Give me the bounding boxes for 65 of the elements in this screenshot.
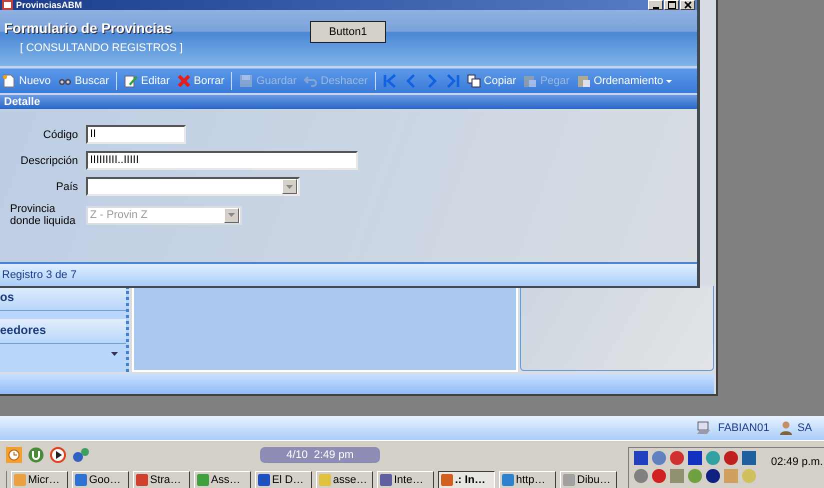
tray-icon[interactable]: [705, 468, 721, 484]
caret-icon: [286, 184, 293, 188]
computer-icon: [696, 421, 713, 435]
taskbar-button[interactable]: Micr…: [11, 471, 68, 488]
x-mark-icon: [176, 74, 191, 88]
copy-icon: [466, 74, 481, 88]
play-icon[interactable]: [50, 447, 66, 463]
prev-icon: [404, 74, 418, 88]
sidebar-item[interactable]: eedores: [0, 319, 126, 344]
window-title: ProvinciasABM: [16, 0, 82, 10]
maximize-icon: [668, 1, 676, 9]
taskbar-button[interactable]: Dibu…: [560, 471, 617, 488]
taskbar-button[interactable]: El D…: [255, 471, 312, 488]
taskbar-button[interactable]: Inte…: [377, 471, 434, 488]
caret-icon: [666, 80, 672, 82]
clipboard-icon: [523, 74, 538, 88]
toolbar-button[interactable]: Borrar: [174, 71, 226, 91]
test-button[interactable]: Button1: [310, 21, 386, 43]
text-field[interactable]: IIIIIIIII..IIIII: [86, 151, 358, 170]
field-label: Código: [42, 128, 78, 140]
close-button[interactable]: [680, 0, 695, 10]
section-header: Detalle: [0, 95, 697, 109]
mode-label: [ CONSULTANDO REGISTROS ]: [20, 42, 184, 54]
taskbar-button[interactable]: Ass…: [194, 471, 251, 488]
sidebar-item[interactable]: os: [0, 286, 126, 311]
page-icon: [2, 74, 16, 88]
taskbar-button[interactable]: http…: [499, 471, 556, 488]
field-label: Descripción: [20, 154, 78, 166]
minimize-button[interactable]: [648, 0, 663, 10]
last-icon: [446, 74, 460, 88]
field-label: País: [54, 180, 78, 192]
pencil-page-icon: [124, 74, 138, 88]
tray-icon[interactable]: [687, 450, 703, 466]
tray-icon[interactable]: [723, 450, 739, 466]
user-name: SA: [797, 422, 812, 434]
close-icon: [684, 1, 692, 9]
clock-time: 02:49 p.m.: [771, 456, 823, 468]
sort-menu-button[interactable]: Ordenamiento: [574, 71, 674, 91]
taskbar-button[interactable]: .: In…: [438, 471, 495, 488]
record-status: Registro 3 de 7: [0, 264, 697, 286]
tray-icon[interactable]: [633, 450, 649, 466]
field-label: Provincia donde liquida: [9, 203, 76, 227]
taskbar-button[interactable]: Stra…: [133, 471, 190, 488]
dropdown-field[interactable]: [86, 177, 300, 196]
undo-arrow-icon: [304, 74, 318, 88]
tray-icon[interactable]: [741, 450, 757, 466]
first-icon: [382, 74, 397, 88]
maximize-button[interactable]: [664, 0, 679, 10]
machine-name: FABIAN01: [718, 422, 770, 434]
caret-icon[interactable]: [111, 352, 118, 356]
toolbar-button[interactable]: Editar: [122, 71, 172, 91]
taskbar-button[interactable]: asse…: [316, 471, 373, 488]
app-icon: [2, 0, 13, 10]
app-icon[interactable]: [28, 447, 44, 463]
date-time-label: 4/10 2:49 pm: [260, 447, 380, 463]
toolbar-button[interactable]: Buscar: [56, 71, 112, 91]
toolbar-button[interactable]: Copiar: [464, 71, 518, 91]
form-title: Formulario de Provincias: [4, 20, 174, 36]
caret-icon: [228, 213, 235, 217]
toolbar-button[interactable]: Nuevo: [0, 71, 53, 91]
text-field[interactable]: II: [86, 125, 186, 144]
taskbar-button[interactable]: Goo…: [72, 471, 129, 488]
clipboard-icon: [576, 74, 591, 88]
clock-icon[interactable]: [6, 447, 22, 463]
user-icon: [780, 421, 792, 435]
